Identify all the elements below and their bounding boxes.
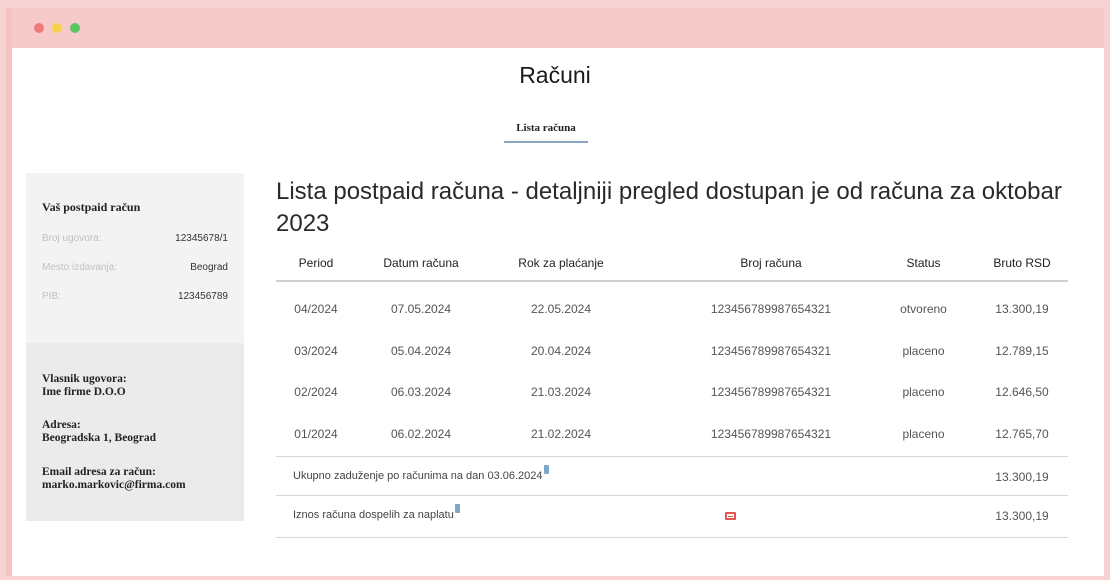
row-bruto: 12.646,50 — [995, 385, 1049, 399]
row-period: 02/2024 — [294, 385, 338, 399]
issue-place-row: Mesto izdavanja: Beograd — [42, 262, 228, 273]
table-row[interactable]: 01/2024 06.02.2024 21.02.2024 1234567899… — [276, 427, 1068, 447]
info-note-icon[interactable] — [543, 465, 549, 474]
close-window-dot-icon[interactable] — [34, 23, 44, 33]
header-divider — [276, 280, 1068, 282]
maximize-window-dot-icon[interactable] — [70, 23, 80, 33]
row-period: 03/2024 — [294, 344, 338, 358]
row-status: otvoreno — [900, 302, 947, 316]
issue-place-value: Beograd — [190, 262, 228, 273]
payment-card-icon[interactable] — [725, 512, 736, 520]
contract-owner-panel: Vlasnik ugovora: Ime firme D.O.O Adresa:… — [26, 343, 244, 521]
page-title: Računi — [519, 62, 591, 88]
invoices-list-heading: Lista postpaid računa - detaljniji pregl… — [276, 178, 1062, 237]
table-row[interactable]: 03/2024 05.04.2024 20.04.2024 1234567899… — [276, 344, 1068, 364]
pib-label: PIB: — [42, 291, 61, 302]
column-header-period: Period — [298, 256, 334, 270]
tab-lista-racuna[interactable]: Lista računa — [504, 122, 588, 143]
column-header-bruto: Bruto RSD — [993, 256, 1051, 270]
window-titlebar — [12, 8, 1104, 48]
contract-number-label: Broj ugovora: — [42, 233, 102, 244]
column-header-datum: Datum računa — [383, 256, 459, 270]
row-broj[interactable]: 123456789987654321 — [666, 344, 876, 358]
due-amount-label-wrap: Iznos računa dospelih za naplatu — [293, 504, 460, 521]
due-amount-row: Iznos računa dospelih za naplatu 13.300,… — [276, 504, 1068, 529]
row-broj[interactable]: 123456789987654321 — [666, 427, 876, 441]
email-label: Email adresa za račun: — [42, 466, 156, 478]
total-debt-amount: 13.300,19 — [995, 470, 1049, 484]
address-value: Beogradska 1, Beograd — [42, 432, 157, 444]
due-amount-value: 13.300,19 — [995, 509, 1049, 523]
row-datum: 07.05.2024 — [390, 302, 452, 316]
row-broj[interactable]: 123456789987654321 — [666, 302, 876, 316]
total-debt-label: Ukupno zaduženje po računima na dan 03.0… — [293, 470, 543, 482]
row-status: placeno — [902, 344, 945, 358]
owner-label: Vlasnik ugovora: — [42, 373, 127, 385]
table-header: Period Datum računa Rok za plaćanje Broj… — [276, 256, 1068, 280]
owner-value: Ime firme D.O.O — [42, 386, 126, 398]
row-bruto: 12.765,70 — [995, 427, 1049, 441]
postpaid-account-panel: Vaš postpaid račun Broj ugovora: 1234567… — [26, 173, 244, 343]
pib-row: PIB: 123456789 — [42, 291, 228, 302]
contract-number-value: 12345678/1 — [175, 233, 228, 244]
email-block: Email adresa za račun: marko.markovic@fi… — [42, 466, 186, 492]
address-block: Adresa: Beogradska 1, Beograd — [42, 419, 156, 445]
contract-number-row: Broj ugovora: 12345678/1 — [42, 233, 228, 244]
owner-block: Vlasnik ugovora: Ime firme D.O.O — [42, 373, 127, 399]
summary-divider — [276, 495, 1068, 496]
minimize-window-dot-icon[interactable] — [52, 23, 62, 33]
table-row[interactable]: 04/2024 07.05.2024 22.05.2024 1234567899… — [276, 302, 1068, 322]
row-bruto: 13.300,19 — [995, 302, 1049, 316]
row-broj[interactable]: 123456789987654321 — [666, 385, 876, 399]
account-panel-heading: Vaš postpaid račun — [42, 200, 141, 214]
total-debt-row: Ukupno zaduženje po računima na dan 03.0… — [276, 465, 1068, 490]
info-note-icon[interactable] — [454, 504, 460, 513]
bottom-divider — [276, 537, 1068, 538]
pib-value: 123456789 — [177, 291, 228, 302]
total-debt-label-wrap: Ukupno zaduženje po računima na dan 03.0… — [293, 465, 549, 482]
address-label: Adresa: — [42, 419, 81, 431]
row-status: placeno — [902, 385, 945, 399]
column-header-status: Status — [906, 256, 941, 270]
row-rok: 22.05.2024 — [530, 302, 592, 316]
row-datum: 06.03.2024 — [390, 385, 452, 399]
rows-divider — [276, 456, 1068, 457]
row-status: placeno — [902, 427, 945, 441]
row-datum: 05.04.2024 — [390, 344, 452, 358]
due-amount-label: Iznos računa dospelih za naplatu — [293, 509, 454, 521]
issue-place-label: Mesto izdavanja: — [42, 262, 118, 273]
email-value: marko.markovic@firma.com — [42, 479, 186, 491]
column-header-broj: Broj računa — [740, 256, 802, 270]
row-rok: 21.03.2024 — [530, 385, 592, 399]
row-rok: 21.02.2024 — [530, 427, 592, 441]
row-bruto: 12.789,15 — [995, 344, 1049, 358]
row-period: 01/2024 — [294, 427, 338, 441]
column-header-rok: Rok za plaćanje — [518, 256, 604, 270]
table-row[interactable]: 02/2024 06.03.2024 21.03.2024 1234567899… — [276, 385, 1068, 405]
row-period: 04/2024 — [294, 302, 338, 316]
row-rok: 20.04.2024 — [530, 344, 592, 358]
row-datum: 06.02.2024 — [390, 427, 452, 441]
